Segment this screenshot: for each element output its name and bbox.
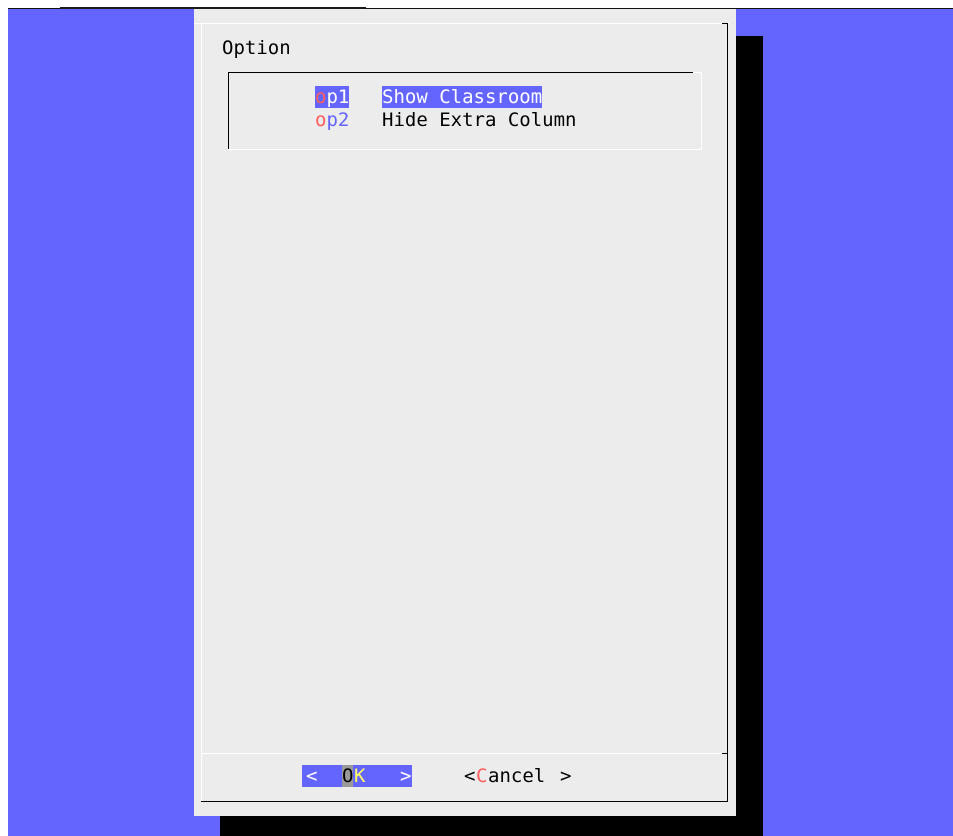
ok-right-bracket: > <box>400 765 412 787</box>
list-frame-right <box>701 72 702 150</box>
list-item[interactable]: op1 Show Classroom <box>315 86 575 108</box>
item-tag: op1 <box>315 86 350 108</box>
menu-list-box: op1 Show Classroom op2 Hide Extra Column <box>228 72 702 150</box>
cancel-hotkey: C <box>476 765 488 787</box>
cancel-open-bracket: < <box>464 765 476 787</box>
dialog-frame-bottom <box>201 801 728 802</box>
dialog-frame-right-cap-top <box>722 23 728 24</box>
ok-label-rest: K <box>354 765 366 787</box>
button-separator-right-cap <box>722 753 728 754</box>
ok-left-bracket: < <box>306 765 318 787</box>
dialog-frame-right <box>727 23 728 801</box>
list-frame-bottom <box>228 149 702 150</box>
cancel-button[interactable]: < C ancel > <box>464 765 576 787</box>
cancel-label-rest: ancel <box>488 765 546 787</box>
list-item[interactable]: op2 Hide Extra Column <box>315 109 615 131</box>
cancel-close-bracket: > <box>560 765 572 787</box>
option-dialog: Option op1 Show Classroom op2 Hide Extra… <box>194 9 736 816</box>
item-label: Hide Extra Column <box>382 109 577 131</box>
list-frame-left <box>228 72 229 150</box>
ok-button[interactable]: < O K > <box>302 765 412 787</box>
list-frame-right-cap <box>693 72 702 73</box>
dialog-title: Option <box>222 37 291 59</box>
item-label: Show Classroom <box>382 86 543 108</box>
dialog-frame-top <box>194 23 729 24</box>
ok-hotkey: O <box>342 765 354 787</box>
list-frame-top <box>228 72 693 73</box>
button-separator <box>201 753 727 754</box>
dialog-frame-left <box>201 23 202 801</box>
item-tag: op2 <box>315 109 350 131</box>
